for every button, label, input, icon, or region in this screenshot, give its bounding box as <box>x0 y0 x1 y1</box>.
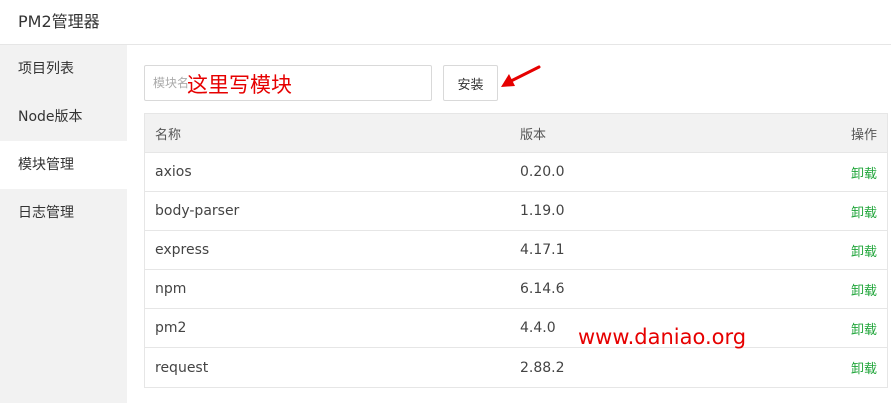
table-header: 名称 版本 操作 <box>145 114 887 153</box>
module-version: 4.17.1 <box>520 242 565 258</box>
table-row: pm2 4.4.0 卸载 <box>145 309 887 348</box>
sidebar-item-project-list[interactable]: 项目列表 <box>0 45 127 93</box>
table-row: body-parser 1.19.0 卸载 <box>145 192 887 231</box>
sidebar-item-node-version[interactable]: Node版本 <box>0 93 127 141</box>
uninstall-link[interactable]: 卸载 <box>851 167 877 182</box>
module-name: npm <box>155 281 187 297</box>
uninstall-link[interactable]: 卸载 <box>851 284 877 299</box>
table-row: axios 0.20.0 卸载 <box>145 153 887 192</box>
module-version: 1.19.0 <box>520 203 565 219</box>
sidebar-item-module-management[interactable]: 模块管理 <box>0 141 127 189</box>
main-content: 这里写模块 安装 名称 版本 操作 axios 0.20.0 卸载 body-p… <box>127 45 891 403</box>
table-row: express 4.17.1 卸载 <box>145 231 887 270</box>
install-button[interactable]: 安装 <box>443 65 498 101</box>
module-table: 名称 版本 操作 axios 0.20.0 卸载 body-parser 1.1… <box>144 113 888 388</box>
uninstall-link[interactable]: 卸载 <box>851 362 877 377</box>
table-row: request 2.88.2 卸载 <box>145 348 887 387</box>
module-name: body-parser <box>155 203 240 219</box>
module-name: axios <box>155 164 192 180</box>
uninstall-link[interactable]: 卸载 <box>851 206 877 221</box>
module-version: 2.88.2 <box>520 359 565 376</box>
sidebar-item-log-management[interactable]: 日志管理 <box>0 189 127 237</box>
header-name: 名称 <box>155 127 182 143</box>
module-version: 6.14.6 <box>520 281 565 297</box>
sidebar: 项目列表 Node版本 模块管理 日志管理 <box>0 45 127 403</box>
module-version: 0.20.0 <box>520 164 565 180</box>
window-title: PM2管理器 <box>0 0 891 45</box>
module-name: express <box>155 242 210 258</box>
module-name: request <box>155 359 209 376</box>
uninstall-link[interactable]: 卸载 <box>851 323 877 338</box>
annotation-text: 这里写模块 <box>187 73 292 97</box>
red-arrow-icon <box>501 65 541 87</box>
uninstall-link[interactable]: 卸载 <box>851 245 877 260</box>
header-version: 版本 <box>520 127 547 143</box>
header-action: 操作 <box>850 127 877 143</box>
watermark-text: www.daniao.org <box>578 325 747 349</box>
module-name: pm2 <box>155 320 187 336</box>
table-row: npm 6.14.6 卸载 <box>145 270 887 309</box>
